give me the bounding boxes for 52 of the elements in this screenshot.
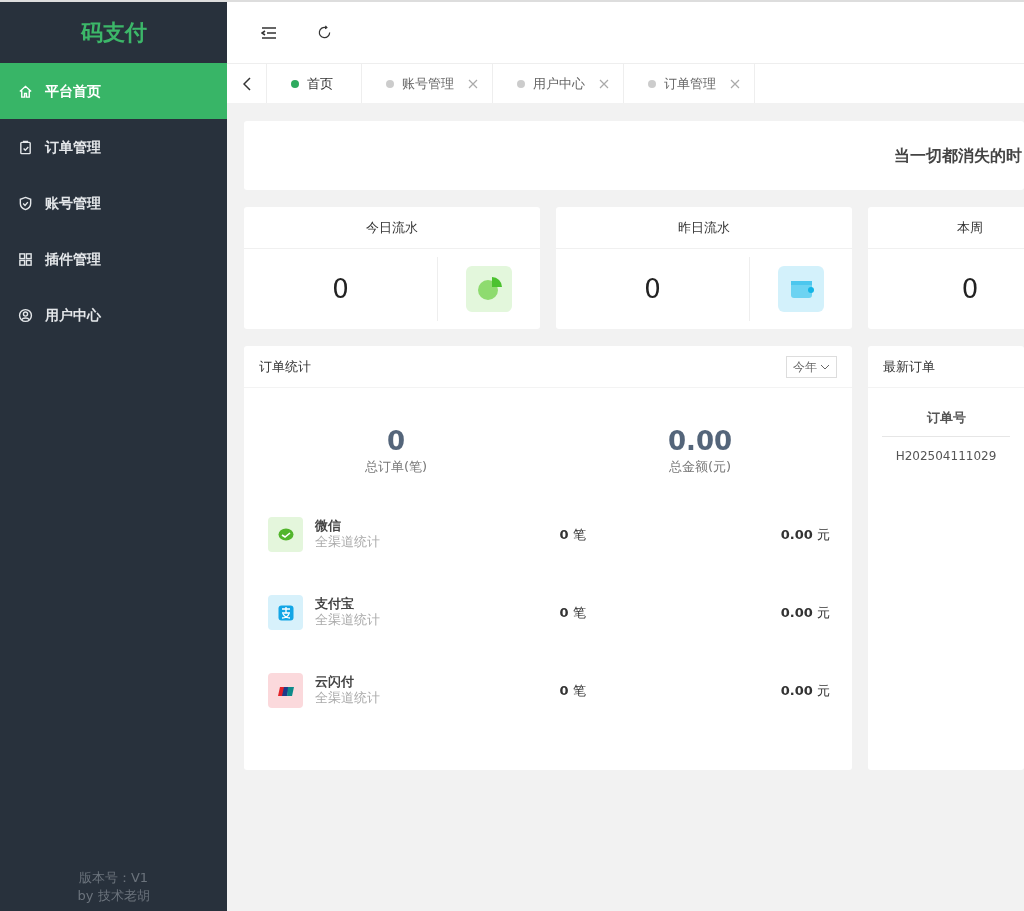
card-title: 订单统计 <box>259 357 311 376</box>
total-value: 0.00 <box>666 426 734 458</box>
channel-name: 微信 <box>315 518 342 535</box>
shield-check-icon <box>18 195 33 211</box>
table-cell-text: H202504111029 <box>894 447 998 465</box>
brand-logo: 码支付 <box>79 19 148 47</box>
column-header: 订单号 <box>882 400 1010 437</box>
chevron-down-icon <box>820 363 830 370</box>
refresh-icon[interactable] <box>317 25 332 40</box>
close-icon[interactable] <box>730 78 740 89</box>
channel-subtitle: 全渠道统计 <box>315 690 381 707</box>
stat-title: 本周 <box>957 218 983 237</box>
chevron-left-icon <box>242 76 251 91</box>
payment-app-icon <box>268 595 303 631</box>
sidebar-item[interactable]: 用户中心 <box>0 287 227 343</box>
channel-amount: 0.00 元 <box>780 682 830 698</box>
user-circle-icon <box>18 307 33 323</box>
channel-name: 云闪付 <box>315 674 355 691</box>
bank-card-icon <box>268 673 303 709</box>
sidebar-item[interactable]: 插件管理 <box>0 231 227 287</box>
wallet-icon <box>778 266 824 312</box>
sidebar-item[interactable]: 订单管理 <box>0 119 227 175</box>
channel-subtitle: 全渠道统计 <box>315 534 381 551</box>
channel-count: 0 笔 <box>559 682 586 698</box>
channel-name: 支付宝 <box>315 596 355 613</box>
channel-count: 0 笔 <box>559 526 586 542</box>
channel-amount: 0.00 元 <box>780 604 830 620</box>
channel-subtitle: 全渠道统计 <box>315 612 381 629</box>
period-dropdown[interactable]: 今年 <box>786 355 837 378</box>
sidebar-item[interactable]: 账号管理 <box>0 175 227 231</box>
close-icon[interactable] <box>468 78 478 89</box>
version-text: 版本号：V1 <box>77 868 150 887</box>
clipboard-check-icon <box>18 139 33 155</box>
menu-icon[interactable] <box>261 25 277 40</box>
banner-text: 当一切都消失的时 <box>894 144 1022 167</box>
close-icon[interactable] <box>599 78 609 89</box>
channel-count: 0 笔 <box>559 604 586 620</box>
stat-title: 今日流水 <box>366 218 418 237</box>
stat-title: 昨日流水 <box>678 218 730 237</box>
stat-value: 0 <box>961 273 979 304</box>
grid-icon <box>18 251 33 267</box>
total-value: 0 <box>385 426 407 458</box>
pie-chart-icon <box>466 266 512 312</box>
chat-bubble-icon <box>268 517 303 553</box>
total-label: 总订单(笔) <box>363 458 429 477</box>
stat-value: 0 <box>332 273 349 304</box>
channel-amount: 0.00 元 <box>780 526 830 542</box>
author-text: by 技术老胡 <box>76 886 151 905</box>
home-icon <box>18 83 33 99</box>
stat-value: 0 <box>644 273 661 304</box>
card-title: 最新订单 <box>883 357 935 376</box>
total-label: 总金额(元) <box>667 458 733 477</box>
